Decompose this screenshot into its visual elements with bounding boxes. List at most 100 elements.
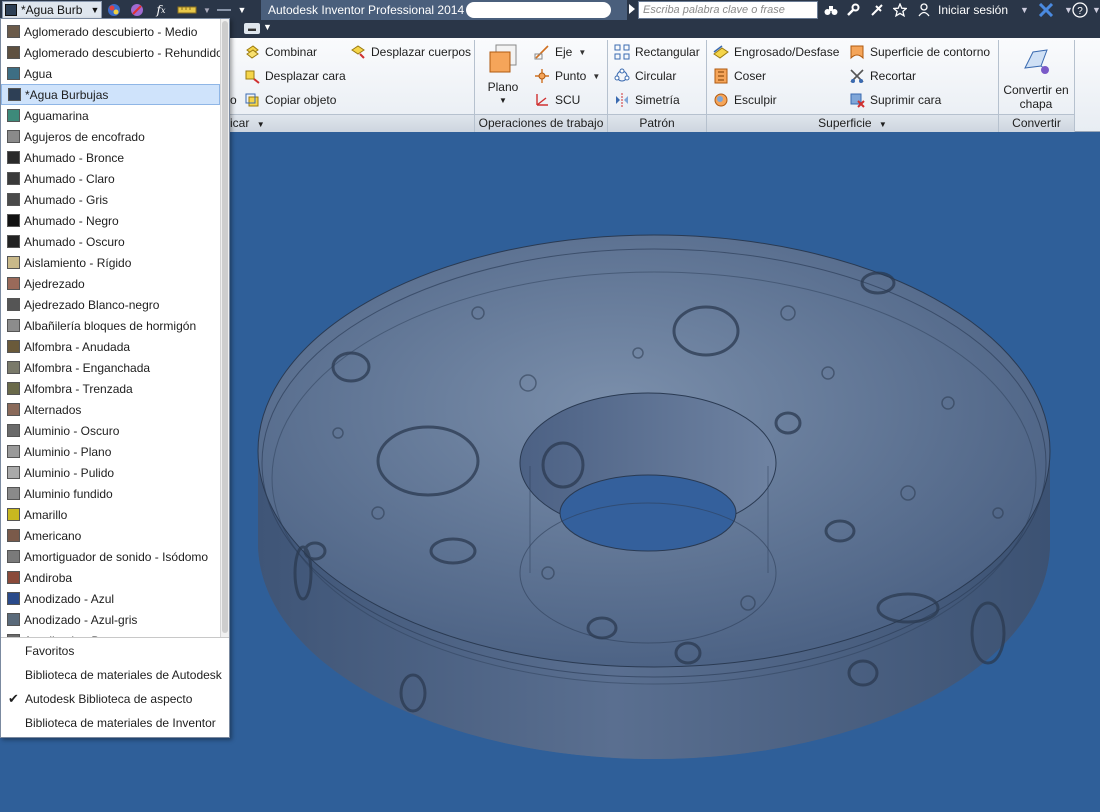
appearance-list-item[interactable]: Ahumado - Gris bbox=[1, 189, 220, 210]
library-menu-item[interactable]: Biblioteca de materiales de Autodesk bbox=[1, 663, 229, 687]
customize-dropdown-icon[interactable]: ▼ bbox=[236, 1, 248, 19]
library-menu-item[interactable]: Favoritos bbox=[1, 639, 229, 663]
appearance-list-item[interactable]: Ajedrezado bbox=[1, 273, 220, 294]
binoculars-icon[interactable] bbox=[824, 0, 842, 20]
appearance-list-item[interactable]: Amortiguador de sonido - Isódomo bbox=[1, 546, 220, 567]
circular-pattern-button[interactable]: Circular bbox=[614, 66, 676, 86]
appearance-list-item[interactable]: Ajedrezado Blanco-negro bbox=[1, 294, 220, 315]
move-bodies-button[interactable]: Desplazar cuerpos bbox=[350, 42, 471, 62]
graphics-viewport[interactable] bbox=[228, 133, 1100, 812]
appearance-override-combo[interactable]: *Agua Burb ▼ bbox=[2, 1, 102, 19]
chevron-down-icon: ▼ bbox=[592, 71, 601, 81]
appearance-list-item[interactable]: Alfombra - Enganchada bbox=[1, 357, 220, 378]
appearance-list-item[interactable]: Anodizado - Azul bbox=[1, 588, 220, 609]
search-expand-icon[interactable] bbox=[629, 4, 635, 14]
trim-label: Recortar bbox=[870, 69, 917, 83]
combine-button[interactable]: Combinar bbox=[244, 42, 317, 62]
appearance-list-item[interactable]: Aluminio - Pulido bbox=[1, 462, 220, 483]
help-icon[interactable]: ? bbox=[1072, 0, 1092, 20]
appearance-list-item[interactable]: Aislamiento - Rígido bbox=[1, 252, 220, 273]
appearance-list-item[interactable]: Aluminio fundido bbox=[1, 483, 220, 504]
boundary-patch-button[interactable]: Superficie de contorno bbox=[849, 42, 990, 62]
clear-override-icon[interactable] bbox=[127, 1, 147, 19]
appearance-list-item[interactable]: Aglomerado descubierto - Rehundido bbox=[1, 42, 220, 63]
measure-icon[interactable] bbox=[175, 1, 199, 19]
plane-icon bbox=[480, 42, 526, 76]
appearance-item-label: Anodizado - Azul bbox=[24, 591, 115, 606]
appearance-list-item[interactable]: *Agua Burbujas bbox=[1, 84, 220, 105]
point-button[interactable]: Punto ▼ bbox=[534, 66, 600, 86]
appearance-list-item[interactable]: Agua bbox=[1, 63, 220, 84]
color-override-icon[interactable] bbox=[104, 1, 124, 19]
appearance-list-item[interactable]: Ahumado - Oscuro bbox=[1, 231, 220, 252]
thicken-offset-button[interactable]: Engrosado/Desfase bbox=[713, 42, 839, 62]
move-bodies-icon bbox=[350, 44, 366, 60]
rectangular-pattern-button[interactable]: Rectangular bbox=[614, 42, 700, 62]
modify-panel-title: icar bbox=[230, 116, 250, 130]
library-menu-item[interactable]: Biblioteca de materiales de Inventor bbox=[1, 711, 229, 735]
ucs-button[interactable]: SCU bbox=[534, 90, 580, 110]
wrench-icon[interactable] bbox=[846, 0, 864, 20]
stitch-icon bbox=[713, 68, 729, 84]
appearance-list-scrollbar[interactable] bbox=[220, 19, 229, 637]
move-face-icon bbox=[244, 68, 260, 84]
move-face-button[interactable]: Desplazar cara bbox=[244, 66, 346, 86]
stitch-label: Coser bbox=[734, 69, 767, 83]
combine-label: Combinar bbox=[265, 45, 318, 59]
appearance-list-item[interactable]: Alternados bbox=[1, 399, 220, 420]
appearance-list-item[interactable]: Anodizado - Azul-gris bbox=[1, 609, 220, 630]
partial-button[interactable]: o bbox=[230, 90, 237, 110]
appearance-list-item[interactable]: Alfombra - Anudada bbox=[1, 336, 220, 357]
chevron-down-icon[interactable]: ▼ bbox=[1092, 0, 1100, 20]
communication-center-icon[interactable] bbox=[870, 0, 888, 20]
sign-in-link[interactable]: Iniciar sesión bbox=[938, 0, 1008, 20]
appearance-list-item[interactable]: Agujeros de encofrado bbox=[1, 126, 220, 147]
washer-part-model[interactable] bbox=[228, 133, 1100, 812]
work-plane-button[interactable]: Plano ▼ bbox=[480, 42, 526, 108]
material-swatch-icon bbox=[7, 466, 20, 479]
help-search-input[interactable]: Escriba palabra clave o frase bbox=[638, 1, 818, 19]
favorites-star-icon[interactable] bbox=[893, 0, 911, 20]
exchange-apps-icon[interactable] bbox=[1038, 0, 1058, 20]
chevron-down-icon[interactable]: ▼ bbox=[89, 5, 101, 15]
appearance-item-label: Anodizado - Azul-gris bbox=[24, 612, 138, 627]
axis-button[interactable]: Eje ▼ bbox=[534, 42, 586, 62]
surface-panel-footer[interactable]: Superficie ▼ bbox=[707, 114, 998, 132]
chevron-down-icon[interactable]: ▼ bbox=[1020, 0, 1029, 20]
ribbon-minimize-icon[interactable]: ▬ bbox=[244, 23, 260, 34]
appearance-list-item[interactable]: Albañilería bloques de hormigón bbox=[1, 315, 220, 336]
workplane-icon[interactable] bbox=[214, 1, 234, 19]
appearance-list-item[interactable]: Ahumado - Claro bbox=[1, 168, 220, 189]
chevron-down-icon[interactable]: ▼ bbox=[263, 22, 272, 32]
library-menu-item[interactable]: ✔ Autodesk Biblioteca de aspecto bbox=[1, 687, 229, 711]
appearance-list-item[interactable]: Aglomerado descubierto - Medio bbox=[1, 21, 220, 42]
appearance-list-item[interactable]: Aluminio - Plano bbox=[1, 441, 220, 462]
convert-to-sheet-metal-button[interactable]: Convertir en chapa bbox=[1000, 44, 1072, 111]
appearance-list-item[interactable]: Americano bbox=[1, 525, 220, 546]
appearance-list-item[interactable]: Ahumado - Negro bbox=[1, 210, 220, 231]
appearance-list-item[interactable]: Ahumado - Bronce bbox=[1, 147, 220, 168]
material-swatch-icon bbox=[7, 193, 20, 206]
appearance-list-item[interactable]: Aluminio - Oscuro bbox=[1, 420, 220, 441]
material-swatch-icon bbox=[7, 109, 20, 122]
copy-object-button[interactable]: Copiar objeto bbox=[244, 90, 336, 110]
appearance-list-item[interactable]: Alfombra - Trenzada bbox=[1, 378, 220, 399]
stitch-button[interactable]: Coser bbox=[713, 66, 766, 86]
sculpt-button[interactable]: Esculpir bbox=[713, 90, 777, 110]
scrollbar-thumb[interactable] bbox=[222, 21, 228, 633]
appearance-list-item[interactable]: Aguamarina bbox=[1, 105, 220, 126]
mirror-button[interactable]: Simetría bbox=[614, 90, 680, 110]
convert-label-line1: Convertir en bbox=[1003, 83, 1069, 97]
plane-label: Plano bbox=[487, 80, 519, 94]
chevron-down-icon[interactable]: ▼ bbox=[202, 1, 212, 19]
appearance-list[interactable]: Aglomerado descubierto - Medio Aglomerado… bbox=[1, 19, 220, 637]
parameters-fx-icon[interactable]: fx bbox=[150, 1, 172, 19]
delete-face-button[interactable]: Suprimir cara bbox=[849, 90, 941, 110]
appearance-list-item[interactable]: Amarillo bbox=[1, 504, 220, 525]
point-label: Punto bbox=[555, 69, 587, 83]
move-face-label: Desplazar cara bbox=[265, 69, 346, 83]
trim-button[interactable]: Recortar bbox=[849, 66, 916, 86]
appearance-list-item[interactable]: Anodizado - Bronce bbox=[1, 630, 220, 637]
material-swatch-icon bbox=[7, 592, 20, 605]
appearance-list-item[interactable]: Andiroba bbox=[1, 567, 220, 588]
